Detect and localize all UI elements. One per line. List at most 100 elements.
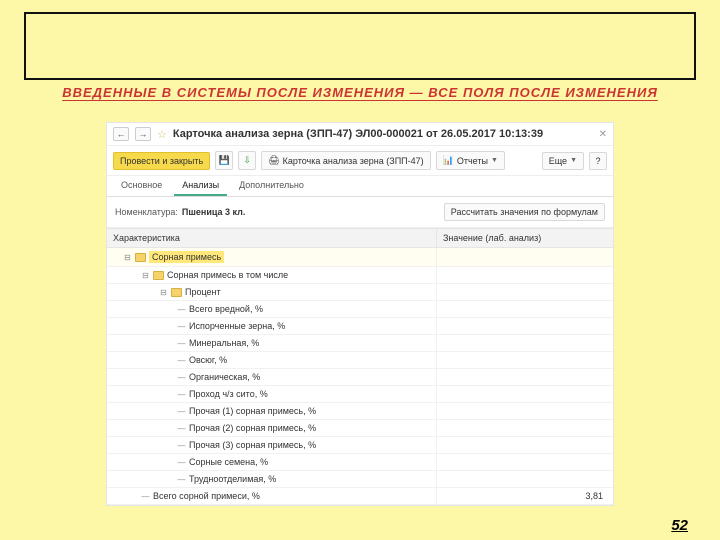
characteristic-label: Сорная примесь в том числе	[167, 270, 288, 280]
table-row[interactable]: —Влажность, %18,16	[107, 505, 613, 506]
save-button[interactable]: 💾	[215, 151, 233, 170]
table-row[interactable]: —Прочая (3) сорная примесь, %	[107, 437, 613, 454]
value-cell[interactable]	[437, 386, 613, 402]
characteristic-cell: ⊟ Сорная примесь	[107, 248, 437, 266]
nav-forward-button[interactable]: →	[135, 127, 151, 141]
table-row[interactable]: —Прочая (1) сорная примесь, %	[107, 403, 613, 420]
value-cell[interactable]	[437, 301, 613, 317]
characteristic-label: Процент	[185, 287, 221, 297]
value-cell[interactable]	[437, 318, 613, 334]
slide-top-bar	[24, 12, 696, 80]
characteristic-cell: ⊟ Процент	[107, 284, 437, 300]
close-icon[interactable]: ✕	[599, 129, 607, 140]
characteristic-cell: —Сорные семена, %	[107, 454, 437, 470]
characteristic-cell: ⊟ Сорная примесь в том числе	[107, 267, 437, 283]
compute-formulas-button[interactable]: Рассчитать значения по формулам	[444, 203, 605, 221]
characteristic-label: Проход ч/з сито, %	[189, 389, 268, 399]
characteristic-cell: —Проход ч/з сито, %	[107, 386, 437, 402]
characteristic-label: Испорченные зерна, %	[189, 321, 285, 331]
leaf-dash-icon: —	[177, 475, 186, 484]
leaf-dash-icon: —	[177, 305, 186, 314]
characteristics-tree: ⊟ Сорная примесь ⊟ Сорная примесь в том чис…	[107, 248, 613, 506]
more-label: Еще	[549, 156, 567, 166]
value-cell[interactable]: 3,81	[437, 488, 613, 504]
table-row[interactable]: —Минеральная, %	[107, 335, 613, 352]
page-number: 52	[671, 517, 688, 534]
print-card-button[interactable]: 🖨 Карточка анализа зерна (ЗПП-47)	[261, 151, 430, 170]
nav-back-button[interactable]: ←	[113, 127, 129, 141]
value-cell[interactable]: 18,16	[437, 505, 613, 506]
characteristic-label: Трудноотделимая, %	[189, 474, 276, 484]
characteristic-cell: —Всего вредной, %	[107, 301, 437, 317]
nomenclature-label: Номенклатура:	[115, 207, 178, 217]
table-row[interactable]: —Органическая, %	[107, 369, 613, 386]
value-cell[interactable]	[437, 248, 613, 266]
characteristic-cell: —Всего сорной примеси, %	[107, 488, 437, 504]
characteristic-label: Сорная примесь	[149, 251, 224, 263]
characteristic-cell: —Овсюг, %	[107, 352, 437, 368]
value-cell[interactable]	[437, 335, 613, 351]
table-row[interactable]: —Всего вредной, %	[107, 301, 613, 318]
leaf-dash-icon: —	[177, 390, 186, 399]
leaf-dash-icon: —	[177, 339, 186, 348]
leaf-dash-icon: —	[177, 441, 186, 450]
post-button[interactable]: ⇩	[238, 151, 256, 170]
col-value[interactable]: Значение (лаб. анализ)	[437, 228, 613, 248]
value-cell[interactable]	[437, 284, 613, 300]
table-row[interactable]: ⊟ Сорная примесь	[107, 248, 613, 267]
characteristic-cell: —Прочая (1) сорная примесь, %	[107, 403, 437, 419]
slide-subtitle: ВВЕДЕННЫЕ В СИСТЕМЫ ПОСЛЕ ИЗМЕНЕНИЯ — ВС…	[24, 86, 696, 126]
table-row[interactable]: —Проход ч/з сито, %	[107, 386, 613, 403]
chevron-down-icon: ▼	[570, 157, 577, 164]
tab-bar: Основное Анализы Дополнительно	[107, 176, 613, 197]
more-button[interactable]: Еще ▼	[542, 152, 584, 170]
tab-analyses[interactable]: Анализы	[174, 176, 227, 196]
characteristic-cell: —Влажность, %	[107, 505, 437, 506]
window-title: Карточка анализа зерна (ЗПП-47) ЭЛ00-000…	[173, 128, 543, 140]
nomenclature-value[interactable]: Пшеница 3 кл.	[182, 207, 245, 217]
table-row[interactable]: —Сорные семена, %	[107, 454, 613, 471]
folder-icon	[153, 271, 164, 280]
table-row[interactable]: —Овсюг, %	[107, 352, 613, 369]
value-cell[interactable]	[437, 369, 613, 385]
characteristic-label: Прочая (3) сорная примесь, %	[189, 440, 316, 450]
analysis-card-window: ← → ☆ Карточка анализа зерна (ЗПП-47) ЭЛ…	[106, 122, 614, 506]
table-row[interactable]: —Испорченные зерна, %	[107, 318, 613, 335]
value-cell[interactable]	[437, 454, 613, 470]
value-cell[interactable]	[437, 267, 613, 283]
save-and-close-button[interactable]: Провести и закрыть	[113, 152, 210, 170]
table-row[interactable]: ⊟ Сорная примесь в том числе	[107, 267, 613, 284]
col-characteristic[interactable]: Характеристика	[107, 228, 437, 248]
characteristic-label: Всего вредной, %	[189, 304, 263, 314]
grid-header-row: Характеристика Значение (лаб. анализ)	[107, 228, 613, 248]
printer-icon: 🖨	[268, 155, 279, 166]
table-row[interactable]: —Прочая (2) сорная примесь, %	[107, 420, 613, 437]
help-button[interactable]: ?	[589, 152, 607, 170]
tab-extra[interactable]: Дополнительно	[231, 176, 312, 196]
table-row[interactable]: ⊟ Процент	[107, 284, 613, 301]
value-cell[interactable]	[437, 352, 613, 368]
chevron-down-icon: ▼	[491, 157, 498, 164]
table-row[interactable]: —Трудноотделимая, %	[107, 471, 613, 488]
characteristic-label: Органическая, %	[189, 372, 260, 382]
characteristic-cell: —Испорченные зерна, %	[107, 318, 437, 334]
tab-main[interactable]: Основное	[113, 176, 170, 196]
value-cell[interactable]	[437, 437, 613, 453]
value-cell[interactable]	[437, 471, 613, 487]
report-icon: 📊	[443, 155, 454, 166]
characteristic-cell: —Прочая (2) сорная примесь, %	[107, 420, 437, 436]
characteristic-label: Овсюг, %	[189, 355, 227, 365]
reports-button[interactable]: 📊 Отчеты ▼	[436, 151, 505, 170]
collapse-icon[interactable]: ⊟	[123, 253, 132, 262]
toolbar: Провести и закрыть 💾 ⇩ 🖨 Карточка анализ…	[107, 146, 613, 176]
leaf-dash-icon: —	[177, 407, 186, 416]
value-cell[interactable]	[437, 403, 613, 419]
characteristic-label: Минеральная, %	[189, 338, 259, 348]
value-cell[interactable]	[437, 420, 613, 436]
table-row[interactable]: —Всего сорной примеси, %3,81	[107, 488, 613, 505]
leaf-dash-icon: —	[141, 492, 150, 501]
folder-icon	[135, 253, 146, 262]
collapse-icon[interactable]: ⊟	[159, 288, 168, 297]
collapse-icon[interactable]: ⊟	[141, 271, 150, 280]
favorite-icon[interactable]: ☆	[157, 128, 167, 141]
